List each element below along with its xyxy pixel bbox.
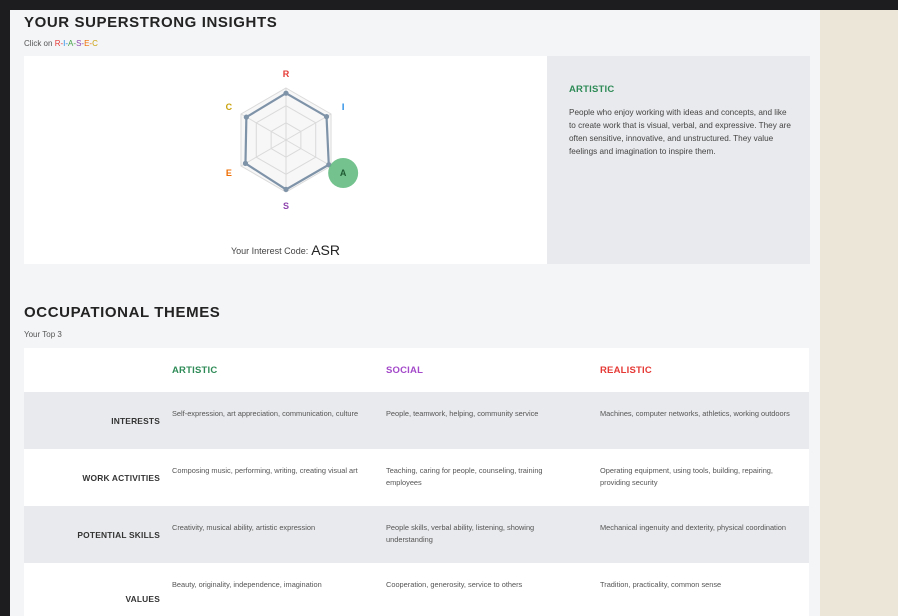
theme-description-text: People who enjoy working with ideas and … xyxy=(569,108,791,156)
radar-point-e xyxy=(242,160,249,166)
radar-label-e[interactable]: E xyxy=(226,168,232,178)
table-cell: Creativity, musical ability, artistic ex… xyxy=(172,523,316,532)
table-cell: Self-expression, art appreciation, commu… xyxy=(172,409,359,418)
riasec-links: R-I-A-S-E-C xyxy=(55,39,98,48)
theme-column-social: SOCIAL xyxy=(386,364,424,376)
table-cell: People skills, verbal ability, listening… xyxy=(386,523,535,544)
theme-column-realistic: REALISTIC xyxy=(600,364,652,376)
themes-row-interests: INTERESTS Self-expression, art appreciat… xyxy=(24,392,809,449)
row-label-work-activities: WORK ACTIVITIES xyxy=(82,472,160,483)
theme-description-card: ARTISTIC People who enjoy working with i… xyxy=(547,56,810,264)
theme-column-artistic: ARTISTIC xyxy=(172,364,218,376)
row-label-interests: INTERESTS xyxy=(111,415,160,426)
themes-title: OCCUPATIONAL THEMES xyxy=(24,304,221,321)
table-cell: Tradition, practicality, common sense xyxy=(600,580,722,589)
table-cell: Machines, computer networks, athletics, … xyxy=(600,409,790,418)
row-label-values: VALUES xyxy=(125,593,160,604)
interest-code-label: Your Interest Code: xyxy=(230,246,309,256)
radar-label-c[interactable]: C xyxy=(226,102,233,112)
table-cell: Cooperation, generosity, service to othe… xyxy=(386,580,523,589)
table-cell: Teaching, caring for people, counseling,… xyxy=(386,466,543,487)
themes-table: ARTISTIC SOCIAL REALISTIC INTERESTS Self… xyxy=(24,348,809,616)
radar-label-r[interactable]: R xyxy=(283,69,290,79)
themes-subtitle: Your Top 3 xyxy=(24,330,62,339)
table-cell: Operating equipment, using tools, buildi… xyxy=(600,466,773,487)
themes-corner-cell xyxy=(24,348,166,392)
themes-header-row: ARTISTIC SOCIAL REALISTIC xyxy=(24,348,809,392)
report-page: YOUR SUPERSTRONG INSIGHTS Click on R-I-A… xyxy=(10,10,820,616)
radar-point-s xyxy=(283,186,289,192)
row-label-potential-skills: POTENTIAL SKILLS xyxy=(77,529,160,540)
side-panel xyxy=(820,10,898,616)
riasec-instructions: Click on R-I-A-S-E-C xyxy=(24,39,98,48)
themes-row-values: VALUES Beauty, originality, independence… xyxy=(24,563,809,616)
radar-label-i[interactable]: I xyxy=(342,102,345,112)
themes-row-work-activities: WORK ACTIVITIES Composing music, perform… xyxy=(24,449,809,506)
radar-label-a[interactable]: A xyxy=(340,168,347,178)
table-cell: Mechanical ingenuity and dexterity, phys… xyxy=(600,523,786,532)
insights-title: YOUR SUPERSTRONG INSIGHTS xyxy=(24,14,278,31)
radar-chart[interactable]: R I A S E C xyxy=(24,56,547,264)
theme-description-title: ARTISTIC xyxy=(569,84,615,95)
click-on-label: Click on xyxy=(24,39,55,48)
themes-row-potential-skills: POTENTIAL SKILLS Creativity, musical abi… xyxy=(24,506,809,563)
radar-point-c xyxy=(243,114,249,120)
table-cell: People, teamwork, helping, community ser… xyxy=(386,409,539,418)
radar-label-s[interactable]: S xyxy=(283,201,289,211)
riasec-link-c[interactable]: C xyxy=(92,39,98,48)
table-cell: Beauty, originality, independence, imagi… xyxy=(172,580,322,589)
radar-point-r xyxy=(283,90,289,96)
radar-card: R I A S E C Your Interest Code: ASR xyxy=(24,56,547,264)
table-cell: Composing music, performing, writing, cr… xyxy=(172,466,358,475)
interest-code-row: Your Interest Code: ASR xyxy=(24,242,547,258)
interest-code-value: ASR xyxy=(311,242,340,258)
radar-point-i xyxy=(323,114,330,120)
